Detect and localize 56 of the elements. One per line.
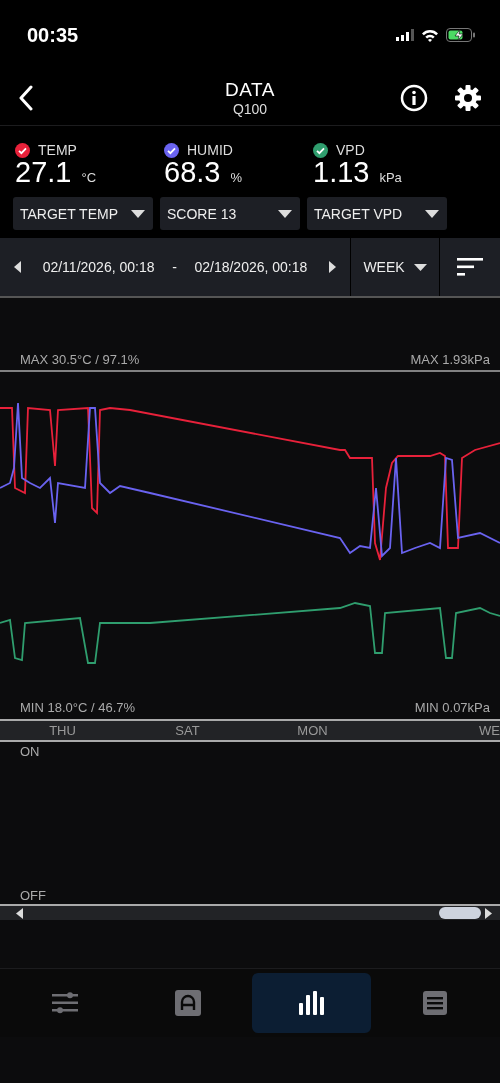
sensor-value: 68.3 xyxy=(164,156,221,189)
scroll-thumb[interactable] xyxy=(439,907,481,919)
caret-icon xyxy=(278,209,292,218)
dropdown[interactable]: TARGET TEMP xyxy=(13,197,153,230)
start-date: 02/11/2026, 00:18 xyxy=(42,259,155,275)
dropdown[interactable]: SCORE 13 xyxy=(160,197,300,230)
back-icon xyxy=(18,84,34,111)
caret-icon xyxy=(413,263,427,271)
page-title: DATA xyxy=(225,78,275,101)
back-button[interactable] xyxy=(18,84,34,111)
on-label: ON xyxy=(20,744,41,759)
sensor-value: 1.13 xyxy=(313,156,370,189)
max-label: MAX 1.93kPa xyxy=(410,352,490,367)
sensor-value: 27.1 xyxy=(15,156,72,189)
left-arrow-icon xyxy=(14,261,21,273)
day-label: WE xyxy=(478,722,500,740)
scroll-right-icon[interactable] xyxy=(485,907,492,919)
list-icon xyxy=(423,991,448,1015)
sensor-checkbox[interactable] xyxy=(164,142,179,158)
sensor-unit: °C xyxy=(81,170,97,185)
arch-icon xyxy=(175,990,202,1016)
battery-icon xyxy=(446,28,476,42)
nav-tab[interactable] xyxy=(252,973,372,1033)
min-label: MIN 0.07kPa xyxy=(414,700,490,715)
settings-button[interactable] xyxy=(454,83,482,112)
sensor-label: TEMP xyxy=(38,142,77,158)
device-name: Q100 xyxy=(232,100,268,117)
settings-icon xyxy=(454,83,482,112)
sort-icon xyxy=(457,258,483,276)
sensor-label: HUMID xyxy=(187,142,233,158)
sensor-checkbox[interactable] xyxy=(313,142,328,158)
sensor-label: VPD xyxy=(336,142,365,158)
signal-icon xyxy=(396,29,414,41)
min-label: MIN 18.0°C / 46.7% xyxy=(20,700,136,715)
bar-chart-icon xyxy=(298,991,325,1015)
dropdown[interactable]: TARGET VPD xyxy=(307,197,447,230)
wifi-icon xyxy=(421,28,439,42)
end-date: 02/18/2026, 00:18 xyxy=(194,259,308,275)
clock: 00:35 xyxy=(27,23,79,47)
period-dropdown[interactable]: WEEK xyxy=(351,238,440,296)
scroll-left-icon[interactable] xyxy=(16,907,23,919)
sensor-unit: kPa xyxy=(379,170,402,185)
sensor-checkbox[interactable] xyxy=(15,142,30,158)
caret-icon xyxy=(131,209,145,218)
info-button[interactable] xyxy=(400,83,428,112)
sensor-unit: % xyxy=(230,170,242,185)
sliders-icon xyxy=(51,992,78,1014)
caret-icon xyxy=(425,209,439,218)
right-arrow-icon xyxy=(328,261,336,273)
day-label: THU xyxy=(48,722,77,740)
max-label: MAX 30.5°C / 97.1% xyxy=(20,352,140,367)
day-label: MON xyxy=(296,722,329,740)
day-label: SAT xyxy=(174,722,201,740)
off-label: OFF xyxy=(20,888,47,903)
date-separator: - xyxy=(172,259,177,275)
info-icon xyxy=(400,83,428,112)
